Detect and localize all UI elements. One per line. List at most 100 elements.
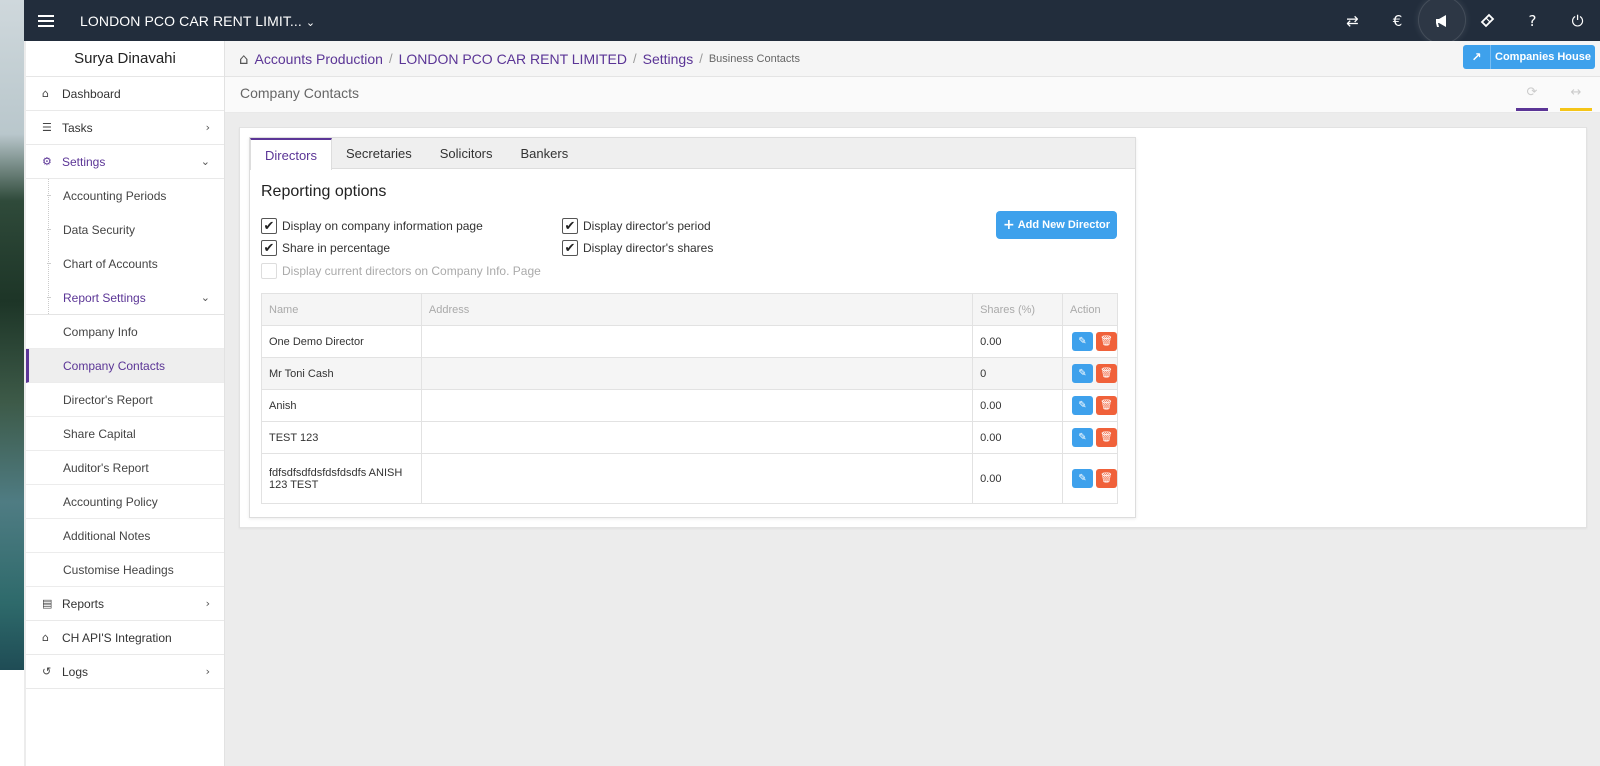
- help-icon[interactable]: ?: [1510, 0, 1555, 41]
- sidebar-item-additional-notes[interactable]: Additional Notes: [26, 519, 224, 553]
- content-panel: Directors Secretaries Solicitors Bankers…: [239, 127, 1587, 528]
- power-icon[interactable]: ⏻: [1555, 0, 1600, 41]
- checkbox-checked[interactable]: ✔: [562, 218, 578, 234]
- sidebar-item-accounting-policy[interactable]: Accounting Policy: [26, 485, 224, 519]
- chevron-down-icon: ⌄: [200, 292, 210, 304]
- sidebar-item-auditors-report[interactable]: Auditor's Report: [26, 451, 224, 485]
- breadcrumb-separator: /: [388, 51, 393, 66]
- megaphone-icon[interactable]: [1419, 0, 1465, 43]
- gear-icon: ⚙: [42, 155, 52, 168]
- checkbox-checked[interactable]: ✔: [261, 218, 277, 234]
- option-display-on-company-info[interactable]: ✔ Display on company information page: [261, 218, 483, 234]
- currency-icon[interactable]: €: [1375, 0, 1420, 41]
- trash-icon[interactable]: 🗑: [1096, 428, 1117, 447]
- sidebar-item-chart-of-accounts[interactable]: Chart of Accounts: [26, 247, 224, 281]
- cell-name: Mr Toni Cash: [261, 357, 422, 390]
- sidebar-item-dashboard[interactable]: ⌂ Dashboard: [26, 77, 224, 111]
- add-new-director-button[interactable]: + Add New Director: [996, 211, 1117, 239]
- trash-icon[interactable]: 🗑: [1096, 332, 1117, 351]
- cell-action: ✎ 🗑: [1062, 325, 1118, 358]
- top-icon-bar: ⇄ € ? ⏻: [1330, 0, 1600, 43]
- cell-address: [420, 325, 974, 358]
- tree-branch: [47, 195, 51, 196]
- transfer-icon[interactable]: ⇄: [1330, 0, 1375, 41]
- cell-name: One Demo Director: [261, 325, 422, 358]
- edit-icon[interactable]: ✎: [1072, 428, 1093, 447]
- sidebar-item-logs[interactable]: ↺ Logs ›: [26, 655, 224, 689]
- home-icon[interactable]: ⌂: [239, 50, 249, 68]
- sidebar-item-label: Tasks: [62, 120, 93, 135]
- directors-table: Name Address Shares (%) Action One Demo …: [261, 293, 1118, 504]
- sidebar-item-report-settings[interactable]: Report Settings ⌄: [26, 281, 224, 315]
- tab-directors[interactable]: Directors: [250, 138, 333, 170]
- refresh-indicator: [1516, 108, 1548, 111]
- option-display-directors-period[interactable]: ✔ Display director's period: [562, 218, 711, 234]
- option-share-in-percentage[interactable]: ✔ Share in percentage: [261, 240, 390, 256]
- chevron-down-icon: ⌄: [200, 155, 210, 168]
- tree-branch: [47, 229, 51, 230]
- table-row: Mr Toni Cash 0 ✎ 🗑: [261, 357, 1118, 390]
- breadcrumb-company[interactable]: LONDON PCO CAR RENT LIMITED: [399, 51, 627, 67]
- sidebar-item-ch-api[interactable]: ⌂ CH API'S Integration: [26, 621, 224, 655]
- breadcrumb-separator: /: [633, 51, 637, 66]
- sidebar-item-accounting-periods[interactable]: Accounting Periods: [26, 179, 224, 213]
- breadcrumb-current: Business Contacts: [708, 52, 800, 65]
- edit-icon[interactable]: ✎: [1072, 364, 1093, 383]
- trash-icon[interactable]: 🗑: [1096, 364, 1117, 383]
- breadcrumb-settings[interactable]: Settings: [643, 51, 694, 67]
- sidebar-item-company-info[interactable]: Company Info: [26, 315, 224, 349]
- companies-house-label: Companies House: [1495, 51, 1591, 63]
- sidebar-item-data-security[interactable]: Data Security: [26, 213, 224, 247]
- sidebar: Surya Dinavahi ⌂ Dashboard ☰ Tasks › ⚙ S…: [26, 41, 225, 766]
- expand-indicator: [1560, 108, 1592, 111]
- reporting-options-title: Reporting options: [261, 183, 387, 200]
- sidebar-item-customise-headings[interactable]: Customise Headings: [26, 553, 224, 587]
- chevron-down-icon: ⌄: [305, 16, 316, 29]
- checkbox-checked[interactable]: ✔: [261, 240, 277, 256]
- contacts-card: Directors Secretaries Solicitors Bankers…: [249, 137, 1136, 518]
- trash-icon[interactable]: 🗑: [1096, 469, 1117, 488]
- tab-bankers[interactable]: Bankers: [507, 138, 583, 169]
- breadcrumb-separator: /: [699, 51, 703, 66]
- option-display-directors-shares[interactable]: ✔ Display director's shares: [562, 240, 713, 256]
- menu-toggle-icon[interactable]: [24, 0, 68, 41]
- sidebar-item-tasks[interactable]: ☰ Tasks ›: [26, 111, 224, 145]
- cell-shares: 0: [972, 357, 1063, 390]
- table-row: TEST 123 0.00 ✎ 🗑: [261, 421, 1118, 454]
- add-new-director-label: Add New Director: [1017, 219, 1111, 231]
- sidebar-item-settings[interactable]: ⚙ Settings ⌄: [26, 145, 224, 179]
- column-header-action: Action: [1062, 293, 1118, 326]
- option-label: Display director's shares: [583, 241, 714, 255]
- companies-house-button[interactable]: ↗ Companies House: [1463, 45, 1595, 69]
- chevron-right-icon: ›: [205, 665, 210, 678]
- sidebar-item-label: Settings: [62, 154, 106, 169]
- trash-icon[interactable]: 🗑: [1096, 396, 1117, 415]
- checkbox-checked[interactable]: ✔: [562, 240, 578, 256]
- tab-secretaries[interactable]: Secretaries: [332, 138, 426, 169]
- company-selector[interactable]: LONDON PCO CAR RENT LIMIT... ⌄: [80, 13, 315, 29]
- sidebar-item-directors-report[interactable]: Director's Report: [26, 383, 224, 417]
- megaphone-glyph: [1435, 14, 1446, 27]
- sidebar-item-company-contacts[interactable]: Company Contacts: [26, 349, 224, 383]
- edit-icon[interactable]: ✎: [1072, 332, 1093, 351]
- edit-icon[interactable]: ✎: [1072, 469, 1093, 488]
- edit-icon[interactable]: ✎: [1072, 396, 1093, 415]
- breadcrumb-accounts-production[interactable]: Accounts Production: [255, 51, 383, 67]
- ticket-icon[interactable]: [1465, 0, 1510, 41]
- sidebar-item-reports[interactable]: ▤ Reports ›: [26, 587, 224, 621]
- option-label: Display current directors on Company Inf…: [282, 264, 541, 278]
- cell-address: [420, 357, 974, 390]
- user-name: Surya Dinavahi: [26, 41, 224, 77]
- refresh-icon[interactable]: ⟳: [1516, 85, 1548, 111]
- cell-address: [420, 453, 974, 504]
- sidebar-item-label: Reports: [62, 596, 105, 611]
- tab-solicitors[interactable]: Solicitors: [426, 138, 507, 169]
- chevron-right-icon: ›: [205, 597, 210, 610]
- contact-tabs: Directors Secretaries Solicitors Bankers: [250, 138, 1135, 170]
- cell-shares: 0.00: [972, 453, 1063, 504]
- sidebar-item-label: Data Security: [63, 222, 136, 237]
- sidebar-item-share-capital[interactable]: Share Capital: [26, 417, 224, 451]
- row-actions: ✎ 🗑: [1070, 428, 1117, 447]
- expand-icon[interactable]: ↔: [1560, 85, 1592, 111]
- table-row: Anish 0.00 ✎ 🗑: [261, 389, 1118, 422]
